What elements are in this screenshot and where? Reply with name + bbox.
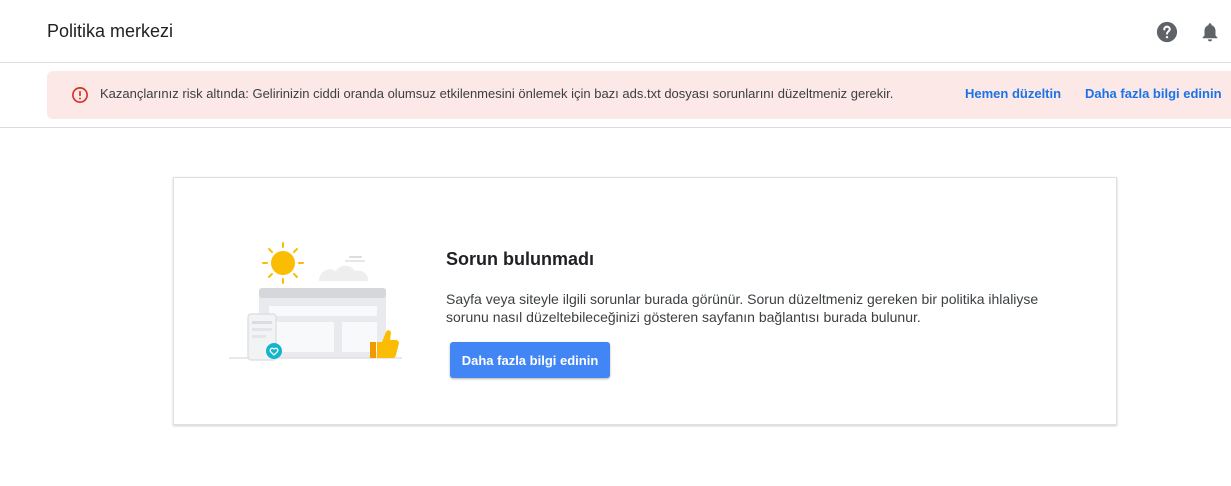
no-issues-card: Sorun bulunmadı Sayfa veya siteyle ilgil…	[173, 177, 1117, 425]
error-icon	[72, 87, 88, 103]
bell-icon[interactable]	[1199, 21, 1221, 43]
alert-banner: Kazançlarınız risk altında: Gelirinizin …	[47, 71, 1231, 119]
top-app-bar: Politika merkezi	[0, 0, 1231, 63]
fix-now-link[interactable]: Hemen düzeltin	[965, 86, 1061, 101]
app-title: Politika merkezi	[47, 21, 174, 41]
card-title: Sorun bulunmadı	[446, 249, 594, 269]
cloud-icon	[319, 256, 369, 281]
card-description: Sayfa veya siteyle ilgili sorunlar burad…	[446, 291, 1039, 325]
heart-badge-icon	[266, 343, 282, 359]
no-issues-illustration	[229, 242, 402, 361]
alert-message: Kazançlarınız risk altında: Gelirinizin …	[100, 86, 894, 101]
learn-more-link[interactable]: Daha fazla bilgi edinin	[1085, 86, 1222, 101]
sun-icon	[262, 242, 304, 284]
learn-more-button[interactable]: Daha fazla bilgi edinin	[450, 342, 610, 378]
help-icon[interactable]	[1156, 21, 1178, 43]
banner-region: Kazançlarınız risk altında: Gelirinizin …	[0, 64, 1231, 128]
